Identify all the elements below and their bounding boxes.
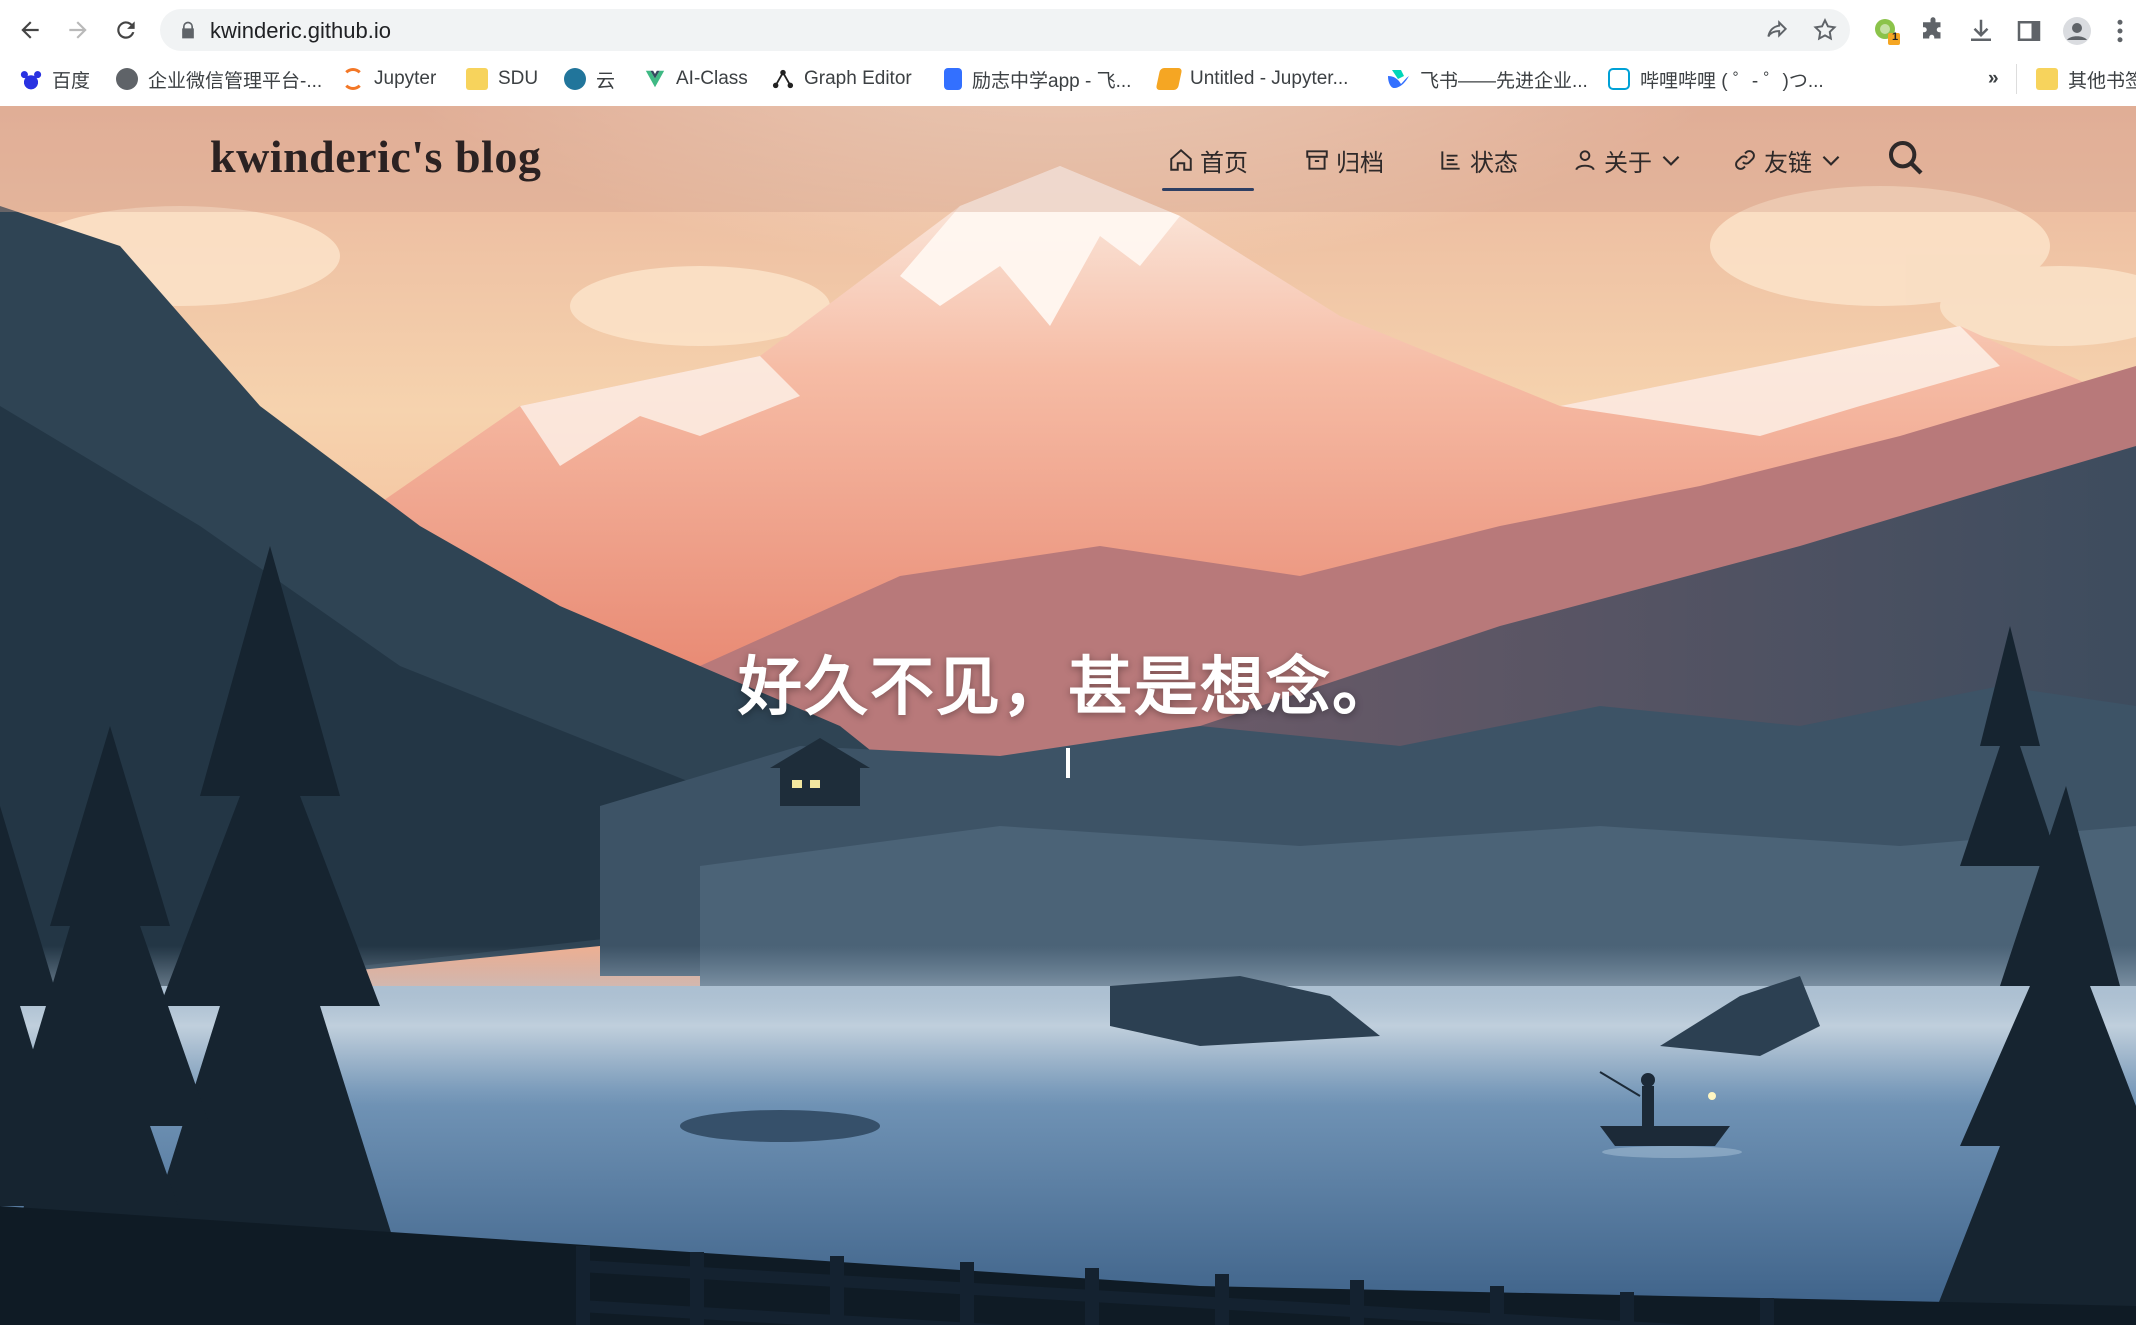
bookmark-baidu[interactable]: 百度 [20, 64, 90, 94]
bookmark-sdu[interactable]: SDU [466, 64, 538, 94]
bookmark-untitled-jupyter[interactable]: Untitled - Jupyter... [1155, 64, 1349, 94]
profile-avatar-icon[interactable] [2062, 16, 2092, 46]
extensions-puzzle-icon[interactable] [1918, 16, 1948, 46]
forward-button[interactable] [62, 14, 94, 46]
bookmark-label: 哔哩哔哩 ( ゜- ゜)つ... [1640, 70, 1824, 92]
back-button[interactable] [14, 14, 46, 46]
hero-title: 好久不见，甚是想念。 [738, 651, 1398, 723]
nav-home[interactable]: 首页 [1168, 140, 1248, 180]
home-icon [1170, 148, 1192, 171]
nav-label: 归档 [1336, 149, 1384, 177]
chevron-down-icon [1662, 155, 1680, 166]
nav-label: 关于 [1604, 149, 1652, 177]
nav-archive[interactable]: 归档 [1304, 140, 1384, 180]
share-icon[interactable] [1764, 17, 1790, 43]
bookmark-label: Graph Editor [804, 68, 912, 89]
lock-icon [182, 21, 194, 39]
nav-friends[interactable]: 友链 [1732, 140, 1844, 180]
bookmark-label: 百度 [52, 70, 91, 92]
doc-icon [944, 68, 962, 90]
download-icon[interactable] [1966, 16, 1996, 46]
bookmark-label: Jupyter [374, 68, 437, 89]
feishu-icon [1388, 70, 1409, 88]
folder-icon [466, 68, 488, 90]
bookmark-label: AI-Class [676, 68, 748, 89]
bookmark-feishu[interactable]: 飞书——先进企业... [1386, 64, 1588, 94]
nav-label: 友链 [1764, 149, 1812, 177]
bookmark-jupyter[interactable]: Jupyter [342, 64, 436, 94]
other-bookmarks-folder[interactable]: 其他书签 [2036, 64, 2136, 94]
menu-kebab-icon[interactable] [2114, 16, 2126, 46]
nav-about[interactable]: 关于 [1572, 140, 1684, 180]
notebook-icon [1155, 68, 1183, 90]
side-panel-icon[interactable] [2014, 16, 2044, 46]
site-header: kwinderic's blog 首页 归档 状态 关于 友链 [0, 106, 2136, 212]
omnibox[interactable]: kwinderic.github.io [160, 9, 1850, 51]
bookmark-label: 云 [596, 70, 616, 92]
typing-cursor [1066, 748, 1070, 778]
bookmark-lizhi-app[interactable]: 励志中学app - 飞... [944, 64, 1131, 94]
graph-icon [772, 69, 794, 89]
bookmarks-bar: 百度 企业微信管理平台-... Jupyter SDU 云 AI-Class G… [0, 60, 2136, 100]
nav-label: 状态 [1470, 149, 1518, 177]
browser-chrome: kwinderic.github.io 1 百度 企业微信管理平台-... Ju… [0, 0, 2136, 106]
bookmark-label: 励志中学app - 飞... [972, 70, 1132, 92]
user-icon [1575, 150, 1595, 171]
address-bar-row: kwinderic.github.io 1 [0, 4, 2136, 56]
bookmark-cloud[interactable]: 云 [564, 64, 615, 94]
bookmark-label: Untitled - Jupyter... [1190, 68, 1349, 89]
list-icon [1441, 151, 1460, 170]
jupyter-icon [342, 68, 364, 90]
wordpress-icon [564, 68, 586, 90]
bookmark-star-icon[interactable] [1812, 17, 1838, 43]
archive-icon [1306, 150, 1328, 170]
bookmarks-divider [2016, 64, 2017, 94]
bilibili-icon [1608, 68, 1630, 90]
url-text: kwinderic.github.io [210, 18, 391, 43]
bookmark-label: SDU [498, 68, 539, 89]
globe-icon [116, 68, 138, 90]
chevron-down-icon [1822, 155, 1840, 166]
bookmark-label: 企业微信管理平台-... [148, 70, 323, 92]
forward-arrow-icon [69, 21, 87, 39]
extension-status-icon[interactable]: 1 [1872, 16, 1902, 46]
bookmark-label: 飞书——先进企业... [1420, 70, 1588, 92]
search-icon[interactable] [1886, 138, 1926, 178]
bookmark-graph-editor[interactable]: Graph Editor [772, 64, 912, 94]
vue-icon [645, 70, 665, 88]
back-arrow-icon [21, 21, 39, 39]
reload-button[interactable] [110, 14, 142, 46]
nav-label: 首页 [1200, 149, 1248, 177]
folder-icon [2036, 68, 2058, 90]
more-bookmarks-button[interactable]: » [1988, 64, 1999, 94]
chevron-double-right-icon: » [1988, 68, 1999, 89]
web-page: kwinderic's blog 首页 归档 状态 关于 友链 好久不见，甚是想… [0, 106, 2136, 1325]
extension-badge: 1 [1892, 31, 1899, 43]
site-brand[interactable]: kwinderic's blog [210, 130, 541, 183]
bookmark-label: 其他书签 [2068, 70, 2136, 92]
nav-status[interactable]: 状态 [1438, 140, 1518, 180]
bookmark-ai-class[interactable]: AI-Class [644, 64, 748, 94]
baidu-paw-icon [20, 68, 42, 90]
link-icon [1735, 150, 1755, 170]
bookmark-bilibili[interactable]: 哔哩哔哩 ( ゜- ゜)つ... [1608, 64, 1824, 94]
bookmark-wework[interactable]: 企业微信管理平台-... [116, 64, 322, 94]
reload-icon [117, 21, 135, 39]
nav-active-indicator [1162, 188, 1254, 191]
